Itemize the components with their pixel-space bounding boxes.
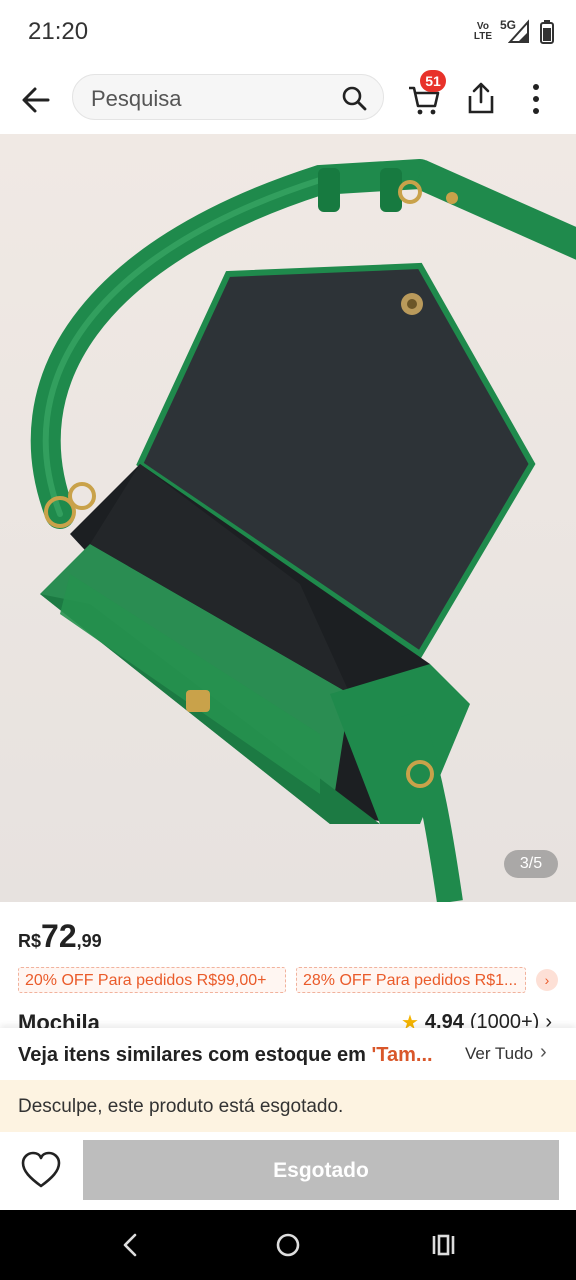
coupon-2[interactable]: 28% OFF Para pedidos R$1...: [296, 967, 526, 993]
see-all-link[interactable]: Ver Tudo: [465, 1044, 533, 1064]
search-icon[interactable]: [341, 85, 367, 111]
system-navigation-bar: [0, 1210, 576, 1280]
price-cents: ,99: [76, 931, 102, 951]
rating[interactable]: ★ 4,94 (1000+) ›: [401, 1010, 552, 1030]
product-title-row: Mochila ★ 4,94 (1000+) ›: [18, 1010, 558, 1030]
product-title: Mochila: [18, 1010, 100, 1030]
coupon-more-icon[interactable]: ›: [536, 969, 558, 991]
similar-items-text: Veja itens similares com estoque em 'Tam…: [18, 1044, 433, 1066]
similar-store: 'Tam...: [371, 1044, 433, 1066]
nav-back-icon[interactable]: [118, 1232, 144, 1258]
chevron-right-icon: ›: [540, 1041, 547, 1063]
more-options-icon[interactable]: [526, 80, 546, 118]
nav-recents-icon[interactable]: [430, 1232, 458, 1258]
product-image[interactable]: 3/5: [0, 134, 576, 902]
price-currency: R$: [18, 931, 42, 951]
top-app-bar: Pesquisa 51: [0, 66, 576, 134]
sold-out-text: Desculpe, este produto está esgotado.: [18, 1096, 344, 1117]
star-icon: ★: [400, 1012, 419, 1030]
price: R$ 72 ,99: [18, 918, 102, 955]
search-input[interactable]: Pesquisa: [72, 74, 384, 120]
cart-count-badge: 51: [420, 70, 446, 92]
coupon-1[interactable]: 20% OFF Para pedidos R$99,00+: [18, 967, 286, 993]
sold-out-button[interactable]: Esgotado: [83, 1140, 559, 1200]
sold-out-notice: Desculpe, este produto está esgotado.: [0, 1080, 576, 1132]
status-icons: Vo LTE 5G: [474, 18, 554, 46]
share-icon[interactable]: [464, 80, 498, 116]
status-bar: 21:20 Vo LTE 5G: [0, 0, 576, 66]
battery-icon: [540, 20, 554, 44]
price-integer: 72: [41, 918, 77, 954]
signal-icon: 5G: [500, 18, 530, 46]
back-arrow-icon[interactable]: [18, 82, 54, 118]
green-bag-illustration: [0, 134, 576, 902]
search-placeholder: Pesquisa: [91, 86, 182, 111]
similar-items-bar[interactable]: Veja itens similares com estoque em 'Tam…: [0, 1028, 576, 1080]
wishlist-heart-icon[interactable]: [20, 1150, 62, 1190]
volte-indicator: Vo LTE: [473, 21, 492, 42]
image-counter: 3/5: [504, 850, 558, 878]
nav-home-icon[interactable]: [275, 1232, 301, 1258]
bottom-action-bar: Esgotado: [0, 1132, 576, 1210]
status-time: 21:20: [28, 18, 89, 45]
